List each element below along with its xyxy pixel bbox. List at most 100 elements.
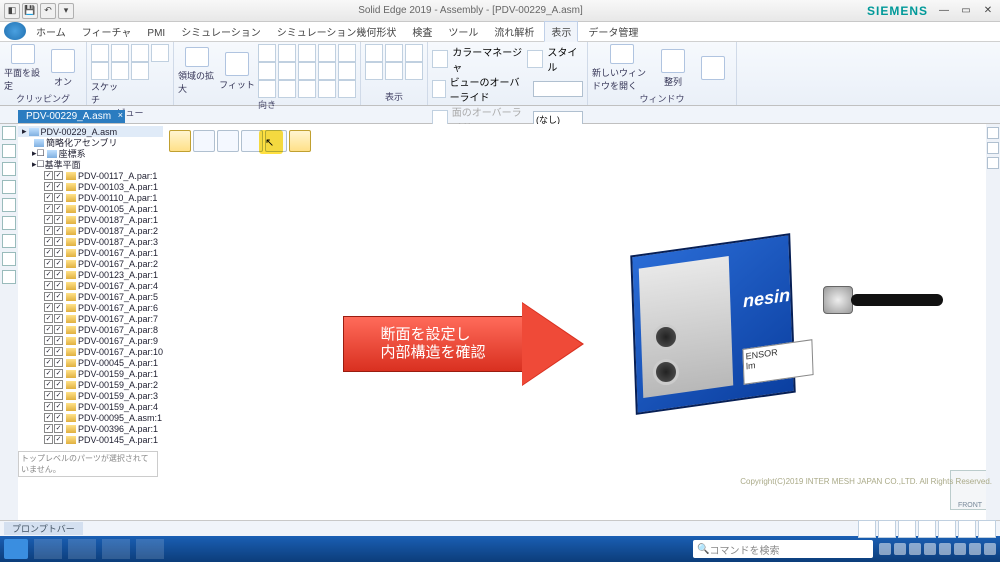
tree-part-node[interactable]: ✓✓PDV-00167_A.par:8	[18, 324, 163, 335]
view-icon-7[interactable]	[131, 62, 149, 80]
view-cube[interactable]: FRONT	[950, 470, 990, 510]
orient-icon-8[interactable]	[278, 80, 296, 98]
display-icon-3[interactable]	[405, 44, 423, 62]
status-icon-2[interactable]	[878, 520, 896, 538]
tree-part-node[interactable]: ✓✓PDV-00145_A.par:1	[18, 434, 163, 445]
side-icon-7[interactable]	[2, 234, 16, 248]
orient-icon-14[interactable]	[318, 80, 336, 98]
taskbar-item-1[interactable]	[34, 539, 62, 559]
side-icon-3[interactable]	[2, 162, 16, 176]
arrange-button[interactable]: 整列	[654, 44, 692, 92]
orient-icon-9[interactable]	[298, 80, 316, 98]
tree-part-node[interactable]: ✓✓PDV-00117_A.par:1	[18, 170, 163, 181]
side-icon-5[interactable]	[2, 198, 16, 212]
tree-part-node[interactable]: ✓✓PDV-00095_A.asm:1	[18, 412, 163, 423]
assembly-tree[interactable]: ▸PDV-00229_A.asm 簡略化アセンブリ ▸☐座標系 ▸☐基準平面 ✓…	[18, 124, 163, 520]
qat-app-icon[interactable]: ◧	[4, 3, 20, 19]
view-icon-3[interactable]	[131, 44, 149, 62]
qat-menu-icon[interactable]: ▾	[58, 3, 74, 19]
side-icon-6[interactable]	[2, 216, 16, 230]
tab-flow[interactable]: 流れ解析	[488, 22, 540, 41]
orient-icon-4[interactable]	[258, 62, 276, 80]
status-icon-3[interactable]	[898, 520, 916, 538]
sketch-button[interactable]: スケッチ	[91, 80, 121, 106]
tree-part-node[interactable]: ✓✓PDV-00105_A.par:1	[18, 203, 163, 214]
tree-part-node[interactable]: ✓✓PDV-00167_A.par:10	[18, 346, 163, 357]
tree-node[interactable]: ▸☐基準平面	[18, 159, 163, 170]
tree-part-node[interactable]: ✓✓PDV-00187_A.par:1	[18, 214, 163, 225]
rside-icon-3[interactable]	[987, 157, 999, 169]
tree-part-node[interactable]: ✓✓PDV-00123_A.par:1	[18, 269, 163, 280]
zoom-region-button[interactable]: 領域の拡大	[178, 47, 216, 95]
color-mgr-icon[interactable]	[432, 50, 448, 68]
prompt-bar-tab[interactable]: プロンプトバー	[4, 522, 83, 535]
tab-data-mgmt[interactable]: データ管理	[582, 22, 644, 41]
viewport-3d[interactable]: ↖ 断面を設定し内部構造を確認 nesin ENSORlm FRONT Copy…	[163, 124, 1000, 520]
tray-icon[interactable]	[939, 543, 951, 555]
display-icon-4[interactable]	[365, 62, 383, 80]
tab-pmi[interactable]: PMI	[141, 26, 171, 41]
view-override-icon[interactable]	[432, 80, 446, 98]
orient-icon-10[interactable]	[318, 44, 336, 62]
tree-part-node[interactable]: ✓✓PDV-00396_A.par:1	[18, 423, 163, 434]
fit-button[interactable]: フィット	[218, 47, 256, 95]
tree-part-node[interactable]: ✓✓PDV-00167_A.par:7	[18, 313, 163, 324]
orient-icon-2[interactable]	[278, 44, 296, 62]
clipping-on-button[interactable]: オン	[44, 44, 82, 92]
qat-save-icon[interactable]: 💾	[22, 3, 38, 19]
taskbar-item-3[interactable]	[102, 539, 130, 559]
side-icon-1[interactable]	[2, 126, 16, 140]
new-window-button[interactable]: 新しいウィンドウを開く	[592, 44, 652, 92]
tray-icon[interactable]	[909, 543, 921, 555]
view-icon-1[interactable]	[91, 44, 109, 62]
tray-icon[interactable]	[984, 543, 996, 555]
orient-icon-6[interactable]	[298, 62, 316, 80]
taskbar-search[interactable]: 🔍 コマンドを検索	[693, 540, 873, 558]
status-icon-5[interactable]	[938, 520, 956, 538]
view-icon-6[interactable]	[111, 62, 129, 80]
orient-icon-1[interactable]	[258, 44, 276, 62]
qat-undo-icon[interactable]: ↶	[40, 3, 56, 19]
status-icon-6[interactable]	[958, 520, 976, 538]
orient-icon-12[interactable]	[318, 62, 336, 80]
view-override-field[interactable]	[533, 81, 583, 97]
app-menu-button[interactable]	[4, 22, 26, 40]
tab-feature[interactable]: フィーチャ	[76, 22, 138, 41]
tree-part-node[interactable]: ✓✓PDV-00167_A.par:5	[18, 291, 163, 302]
tree-part-node[interactable]: ✓✓PDV-00159_A.par:2	[18, 379, 163, 390]
float-btn-2[interactable]	[193, 130, 215, 152]
tray-icon[interactable]	[879, 543, 891, 555]
maximize-button[interactable]: ▭	[958, 5, 974, 16]
display-icon-5[interactable]	[385, 62, 403, 80]
tree-node[interactable]: ▸☐座標系	[18, 148, 163, 159]
status-icon-1[interactable]	[858, 520, 876, 538]
status-icon-4[interactable]	[918, 520, 936, 538]
taskbar-item-2[interactable]	[68, 539, 96, 559]
tree-part-node[interactable]: ✓✓PDV-00159_A.par:4	[18, 401, 163, 412]
orient-icon-5[interactable]	[278, 62, 296, 80]
tree-part-node[interactable]: ✓✓PDV-00187_A.par:2	[18, 225, 163, 236]
tree-part-node[interactable]: ✓✓PDV-00045_A.par:1	[18, 357, 163, 368]
float-btn-1[interactable]	[169, 130, 191, 152]
tab-tools[interactable]: ツール	[442, 22, 484, 41]
tree-part-node[interactable]: ✓✓PDV-00159_A.par:3	[18, 390, 163, 401]
view-icon-2[interactable]	[111, 44, 129, 62]
orient-icon-3[interactable]	[298, 44, 316, 62]
taskbar-item-4[interactable]	[136, 539, 164, 559]
close-button[interactable]: ✕	[980, 5, 996, 16]
float-btn-3[interactable]	[217, 130, 239, 152]
float-btn-6[interactable]	[289, 130, 311, 152]
tab-home[interactable]: ホーム	[30, 22, 72, 41]
tree-part-node[interactable]: ✓✓PDV-00167_A.par:2	[18, 258, 163, 269]
tab-view[interactable]: 表示	[544, 21, 578, 42]
minimize-button[interactable]: —	[936, 5, 952, 16]
status-icon-7[interactable]	[978, 520, 996, 538]
tree-part-node[interactable]: ✓✓PDV-00187_A.par:3	[18, 236, 163, 247]
view-icon-4[interactable]	[151, 44, 169, 62]
tree-node[interactable]: 簡略化アセンブリ	[18, 137, 163, 148]
tree-part-node[interactable]: ✓✓PDV-00159_A.par:1	[18, 368, 163, 379]
side-icon-8[interactable]	[2, 252, 16, 266]
tab-inspect[interactable]: 検査	[406, 22, 438, 41]
tree-part-node[interactable]: ✓✓PDV-00167_A.par:9	[18, 335, 163, 346]
orient-icon-7[interactable]	[258, 80, 276, 98]
